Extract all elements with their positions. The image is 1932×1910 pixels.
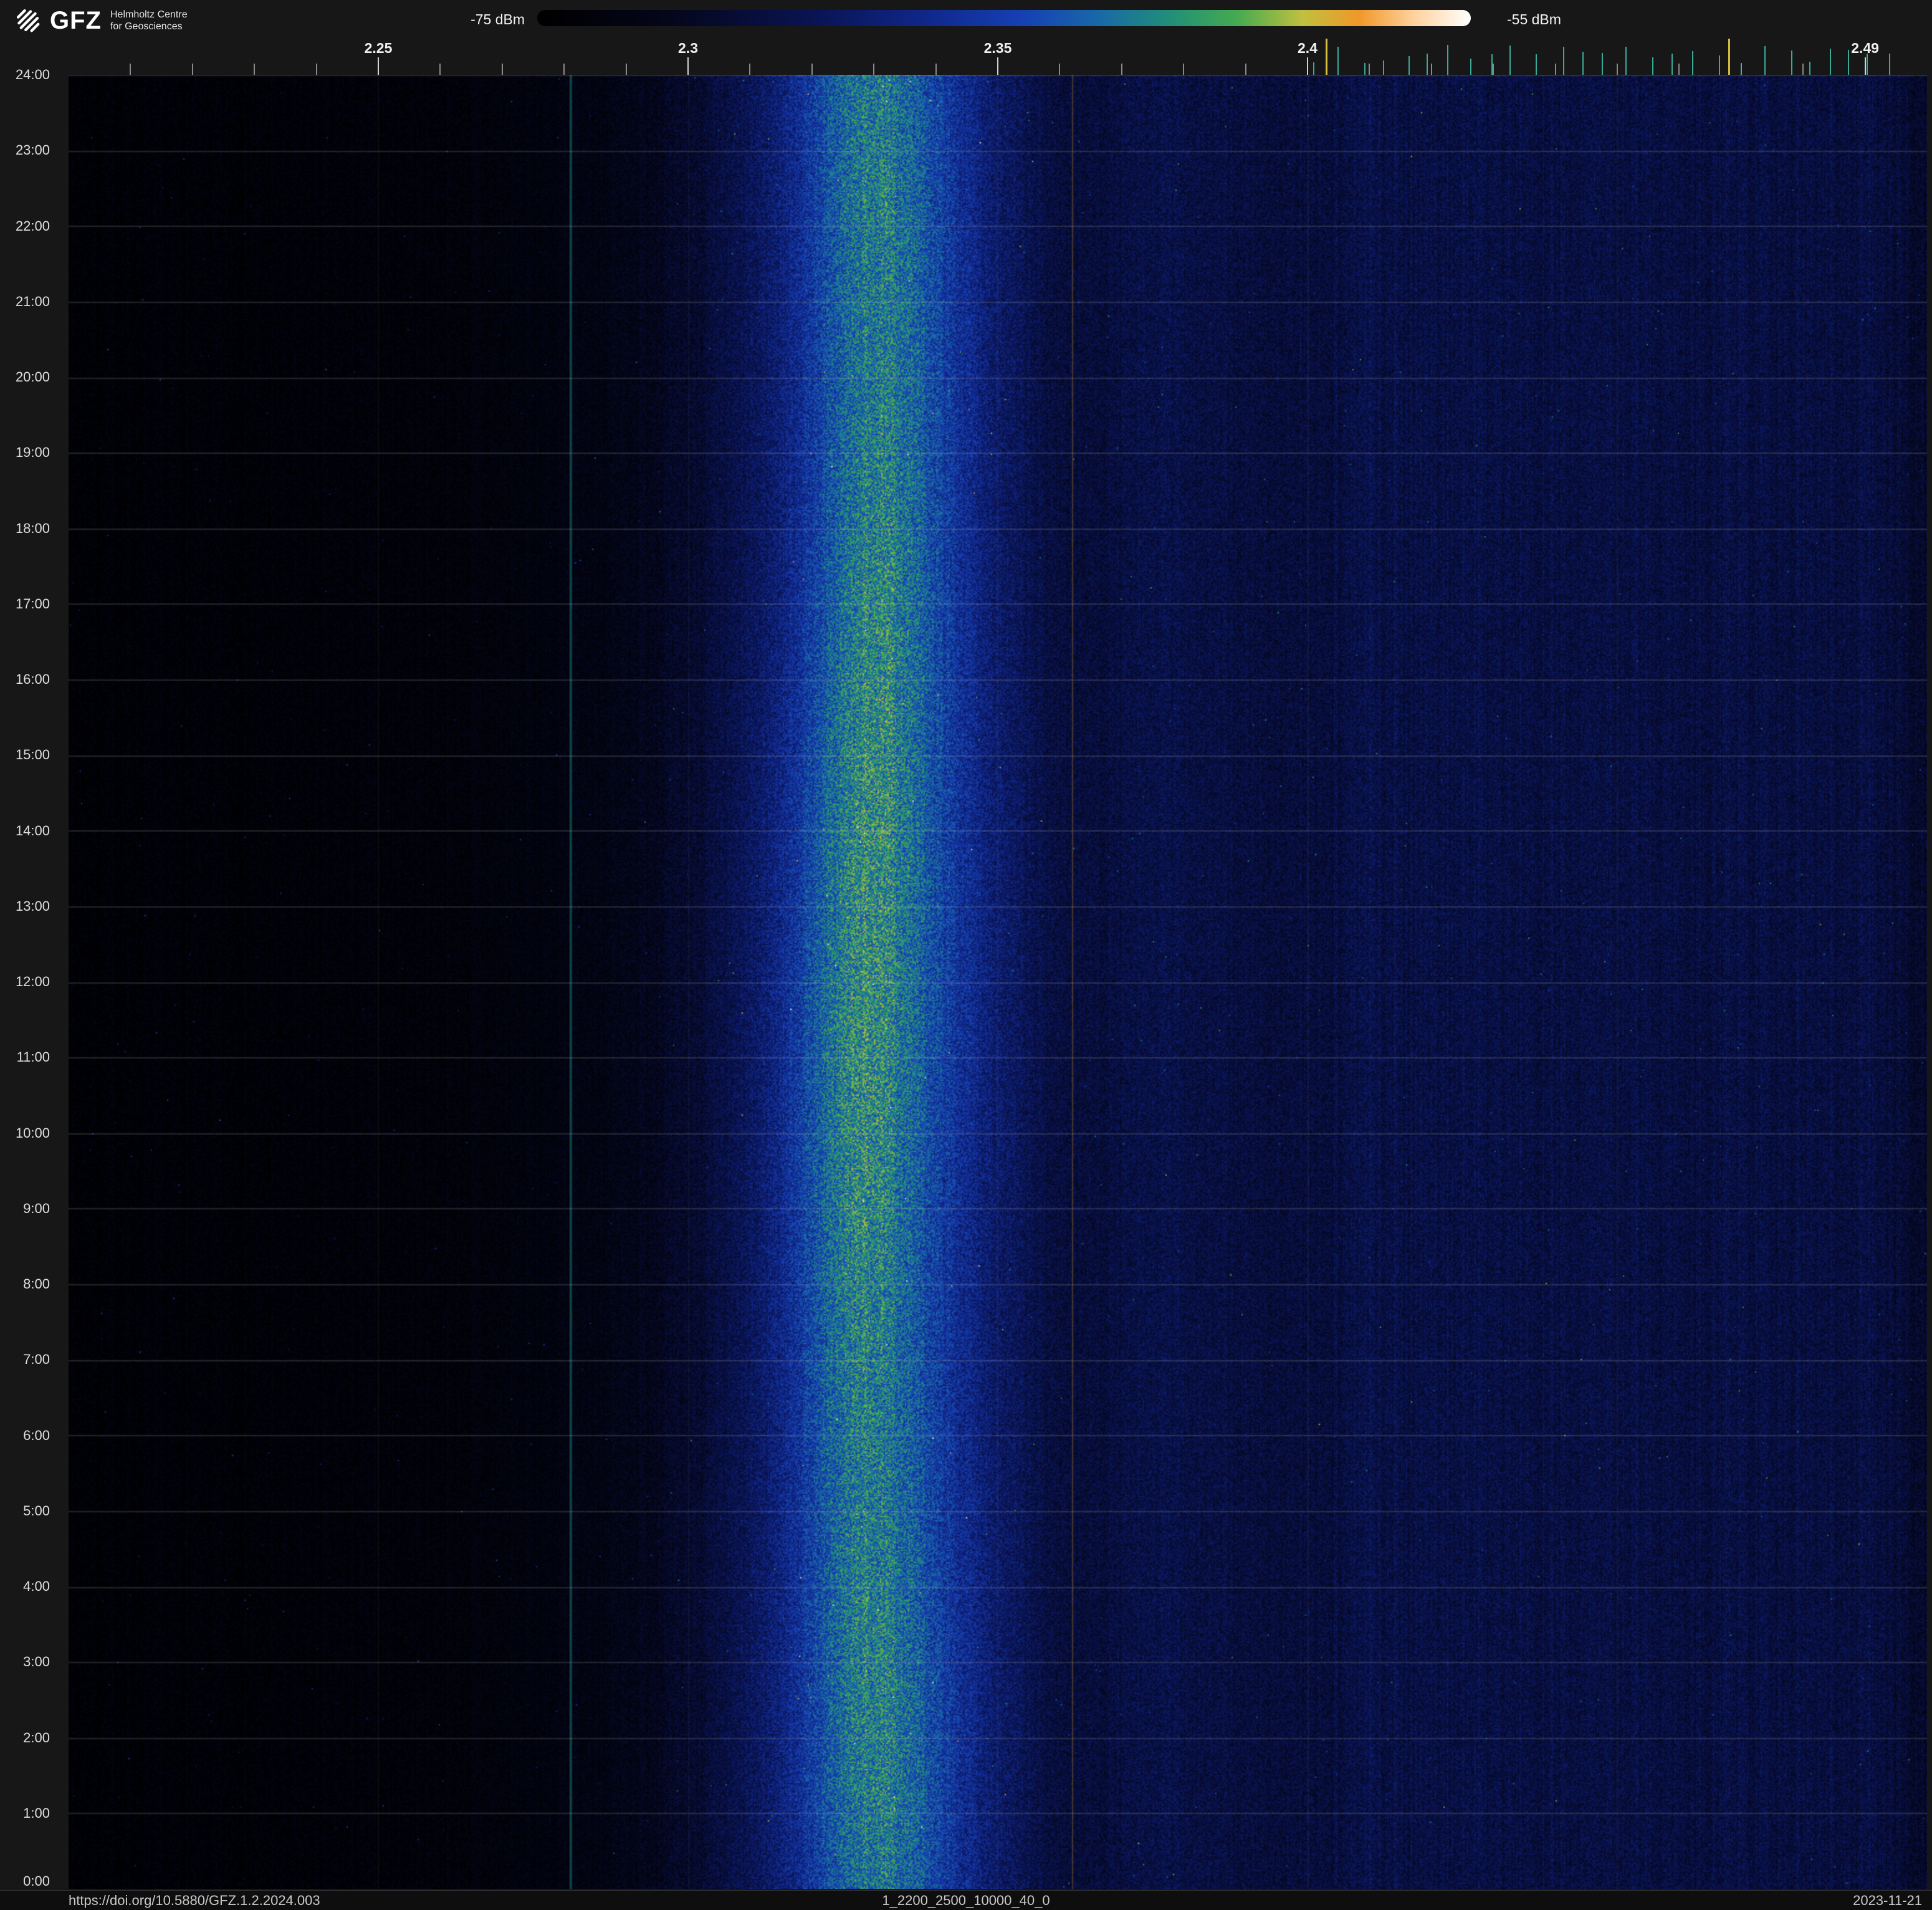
freq-minor-tick bbox=[935, 64, 937, 75]
colorbar bbox=[537, 10, 1471, 26]
freq-major-tick bbox=[1307, 57, 1308, 75]
signal-marker-tick bbox=[1582, 51, 1584, 75]
signal-marker-tick bbox=[1671, 54, 1673, 75]
signal-marker-tick bbox=[1889, 54, 1891, 75]
signal-marker-tick bbox=[1536, 54, 1537, 75]
freq-minor-tick bbox=[1802, 64, 1804, 75]
time-tick-label: 20:00 bbox=[15, 369, 50, 385]
time-tick-label: 4:00 bbox=[23, 1578, 50, 1594]
signal-marker-tick bbox=[1491, 54, 1493, 75]
signal-marker-accent-tick bbox=[1325, 39, 1327, 75]
time-tick-label: 21:00 bbox=[15, 293, 50, 309]
time-tick-label: 19:00 bbox=[15, 444, 50, 461]
time-tick-label: 0:00 bbox=[23, 1873, 50, 1889]
signal-marker-tick bbox=[1625, 47, 1627, 75]
dataset-filename: 1_2200_2500_10000_40_0 bbox=[882, 1893, 1050, 1908]
time-tick-label: 1:00 bbox=[23, 1805, 50, 1821]
freq-minor-tick bbox=[563, 64, 565, 75]
time-tick-label: 23:00 bbox=[15, 142, 50, 158]
time-tick-label: 11:00 bbox=[16, 1049, 50, 1065]
time-tick-label: 17:00 bbox=[15, 595, 50, 612]
time-tick-label: 3:00 bbox=[23, 1654, 50, 1670]
gfz-subtitle-line1: Helmholtz Centre bbox=[110, 9, 188, 20]
time-tick-label: 6:00 bbox=[23, 1427, 50, 1443]
signal-marker-tick bbox=[1764, 46, 1766, 75]
signal-marker-accent-tick bbox=[1728, 39, 1730, 75]
freq-minor-tick bbox=[191, 64, 193, 75]
freq-major-tick bbox=[1864, 57, 1866, 75]
freq-minor-tick bbox=[811, 64, 813, 75]
signal-marker-tick bbox=[1447, 45, 1449, 75]
spectrogram-viewer: GFZ Helmholtz Centre for Geosciences -75… bbox=[0, 0, 1932, 1910]
time-tick-label: 24:00 bbox=[15, 67, 50, 82]
signal-marker-tick bbox=[1602, 53, 1604, 75]
freq-minor-tick bbox=[1678, 64, 1680, 75]
date-label: 2023-11-21 bbox=[1853, 1893, 1922, 1908]
colorbar-min-label: -75 dBm bbox=[471, 11, 525, 27]
gfz-subtitle: Helmholtz Centre for Geosciences bbox=[110, 9, 188, 32]
freq-minor-tick bbox=[625, 64, 627, 75]
time-tick-label: 8:00 bbox=[23, 1276, 50, 1292]
freq-minor-tick bbox=[315, 64, 317, 75]
time-tick-label: 10:00 bbox=[15, 1125, 50, 1141]
time-tick-label: 7:00 bbox=[23, 1351, 50, 1368]
signal-marker-tick bbox=[1470, 59, 1471, 75]
signal-marker-tick bbox=[1509, 46, 1511, 75]
signal-marker-tick bbox=[1337, 46, 1339, 75]
freq-minor-tick bbox=[501, 64, 503, 75]
freq-minor-tick bbox=[130, 64, 132, 75]
time-tick-label: 2:00 bbox=[23, 1729, 50, 1745]
gfz-subtitle-line2: for Geosciences bbox=[110, 21, 183, 32]
freq-major-tick bbox=[997, 57, 998, 75]
colorbar-max-label: -55 dBm bbox=[1507, 11, 1561, 27]
doi-link[interactable]: https://doi.org/10.5880/GFZ.1.2.2024.003 bbox=[69, 1893, 320, 1909]
time-tick-label: 12:00 bbox=[15, 974, 50, 989]
signal-marker-tick bbox=[1427, 53, 1428, 75]
time-tick-label: 16:00 bbox=[15, 671, 50, 687]
frequency-axis bbox=[69, 36, 1927, 75]
signal-marker-tick bbox=[1691, 50, 1693, 75]
time-tick-label: 13:00 bbox=[15, 898, 50, 914]
spectrogram-canvas bbox=[69, 75, 1927, 1889]
freq-minor-tick bbox=[1617, 64, 1618, 75]
time-tick-label: 22:00 bbox=[15, 218, 50, 234]
freq-minor-tick bbox=[1554, 64, 1556, 75]
signal-marker-tick bbox=[1562, 46, 1564, 75]
time-tick-label: 15:00 bbox=[15, 747, 50, 763]
time-tick-label: 18:00 bbox=[15, 520, 50, 536]
freq-minor-tick bbox=[749, 64, 751, 75]
signal-marker-tick bbox=[1408, 56, 1410, 75]
freq-minor-tick bbox=[1183, 64, 1185, 75]
time-axis: 24:00 23:00 22:00 21:00 20:00 19:00 18:00 17:00… bbox=[0, 0, 62, 1910]
freq-minor-tick bbox=[439, 64, 441, 75]
freq-minor-tick bbox=[1245, 64, 1246, 75]
time-tick-label: 9:00 bbox=[23, 1200, 50, 1216]
freq-minor-tick bbox=[873, 64, 875, 75]
time-tick-label: 5:00 bbox=[23, 1502, 50, 1519]
freq-major-tick bbox=[687, 57, 689, 75]
signal-marker-tick bbox=[1652, 57, 1653, 75]
freq-minor-tick bbox=[1059, 64, 1061, 75]
freq-minor-tick bbox=[1121, 64, 1122, 75]
footer-bar: https://doi.org/10.5880/GFZ.1.2.2024.003… bbox=[0, 1890, 1932, 1910]
freq-minor-tick bbox=[1369, 64, 1370, 75]
freq-major-tick bbox=[378, 57, 379, 75]
signal-marker-tick bbox=[1740, 63, 1742, 75]
signal-marker-tick bbox=[1364, 62, 1366, 75]
freq-minor-tick bbox=[1493, 64, 1494, 75]
signal-marker-tick bbox=[1791, 50, 1793, 75]
signal-marker-tick bbox=[1313, 62, 1314, 75]
freq-minor-tick bbox=[254, 64, 256, 75]
signal-marker-tick bbox=[1867, 53, 1868, 75]
time-tick-label: 14:00 bbox=[15, 822, 50, 838]
freq-minor-tick bbox=[1430, 64, 1432, 75]
signal-marker-tick bbox=[1809, 62, 1811, 75]
signal-marker-tick bbox=[1829, 49, 1831, 75]
signal-marker-tick bbox=[1382, 60, 1384, 75]
signal-marker-tick bbox=[1718, 55, 1720, 75]
signal-marker-tick bbox=[1847, 49, 1849, 75]
